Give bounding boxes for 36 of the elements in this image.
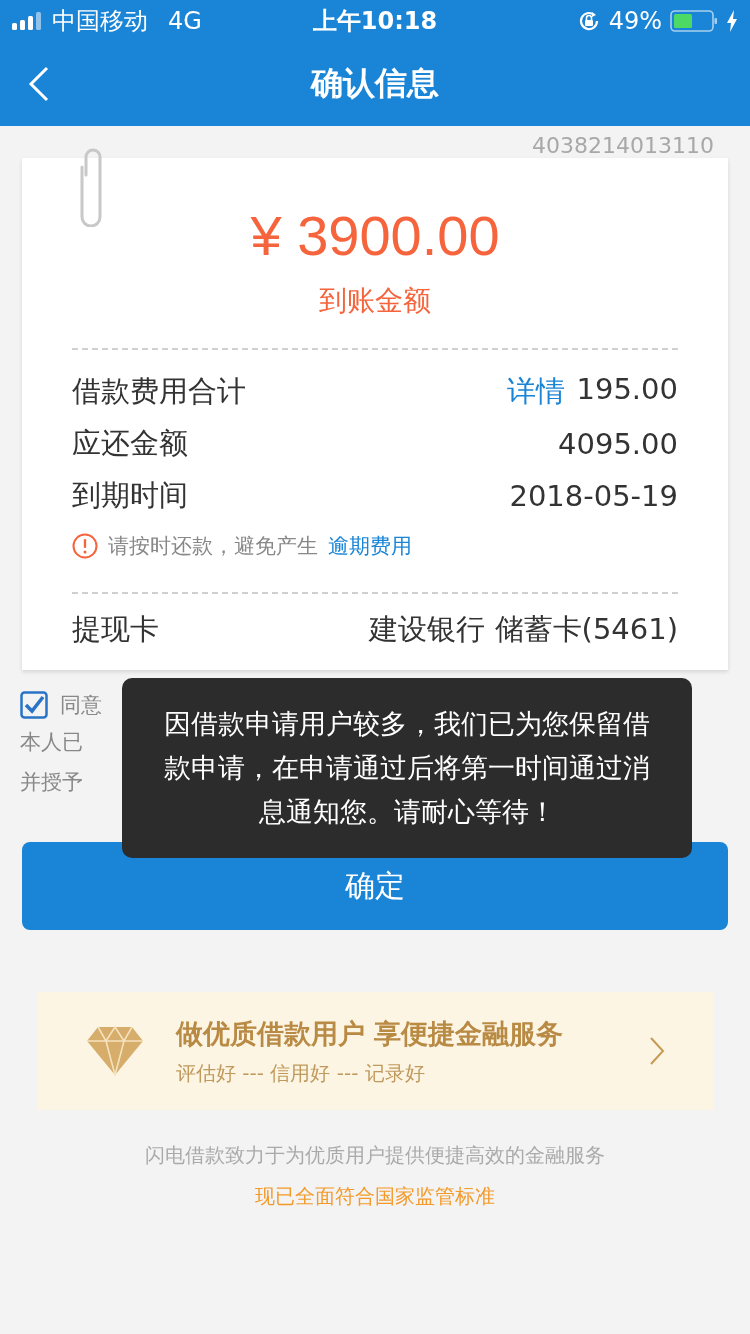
serial-number: 4038214013110 [532,133,714,158]
footer-text: 闪电借款致力于为优质用户提供便捷高效的金融服务 [145,1142,605,1169]
signal-icon [12,12,44,30]
diamond-icon [86,1026,144,1076]
battery-icon [670,10,718,32]
agreement-text: 并授予 [20,769,83,796]
row-value: 195.00 [576,372,678,408]
row-value: 建设银行 储蓄卡(5461) [369,611,678,648]
notice-text: 请按时还款，避免产生 [108,533,318,560]
row-label: 到期时间 [72,477,188,514]
promo-banner[interactable]: 做优质借款用户 享便捷金融服务 评估好 --- 信用好 --- 记录好 [38,992,713,1110]
back-button[interactable] [28,66,50,102]
received-amount: ¥ 3900.00 [249,203,501,269]
battery-percent: 49% [608,7,662,35]
row-label: 提现卡 [72,611,159,648]
message-toast: 因借款申请用户较多，我们已为您保留借款申请，在申请通过后将第一时间通过消息通知您。请耐心等待！ [122,678,692,858]
row-value: 4095.00 [558,427,678,461]
banner-subtitle: 评估好 --- 信用好 --- 记录好 [176,1059,426,1087]
page-title: 确认信息 [311,63,439,104]
overdue-fee-link[interactable]: 逾期费用 [328,532,412,560]
chevron-right-icon [649,1036,665,1066]
amount-label: 到账金额 [318,283,432,319]
charging-bolt-icon [726,10,738,32]
details-link[interactable]: 详情 [506,372,565,412]
footer-text: 现已全面符合国家监管标准 [255,1183,495,1210]
agreement-text: 本人已 [20,729,83,756]
carrier-name: 中国移动 [52,6,148,37]
checkbox[interactable] [20,691,48,719]
row-label: 借款费用合计 [72,373,246,410]
clock-time: 上午10:18 [312,6,438,37]
network-type: 4G [168,7,202,35]
warning-icon [72,533,98,559]
agree-label: 同意 [60,692,102,719]
row-value: 2018-05-19 [509,479,678,513]
banner-title: 做优质借款用户 享便捷金融服务 [176,1016,565,1051]
row-label: 应还金额 [72,425,188,462]
